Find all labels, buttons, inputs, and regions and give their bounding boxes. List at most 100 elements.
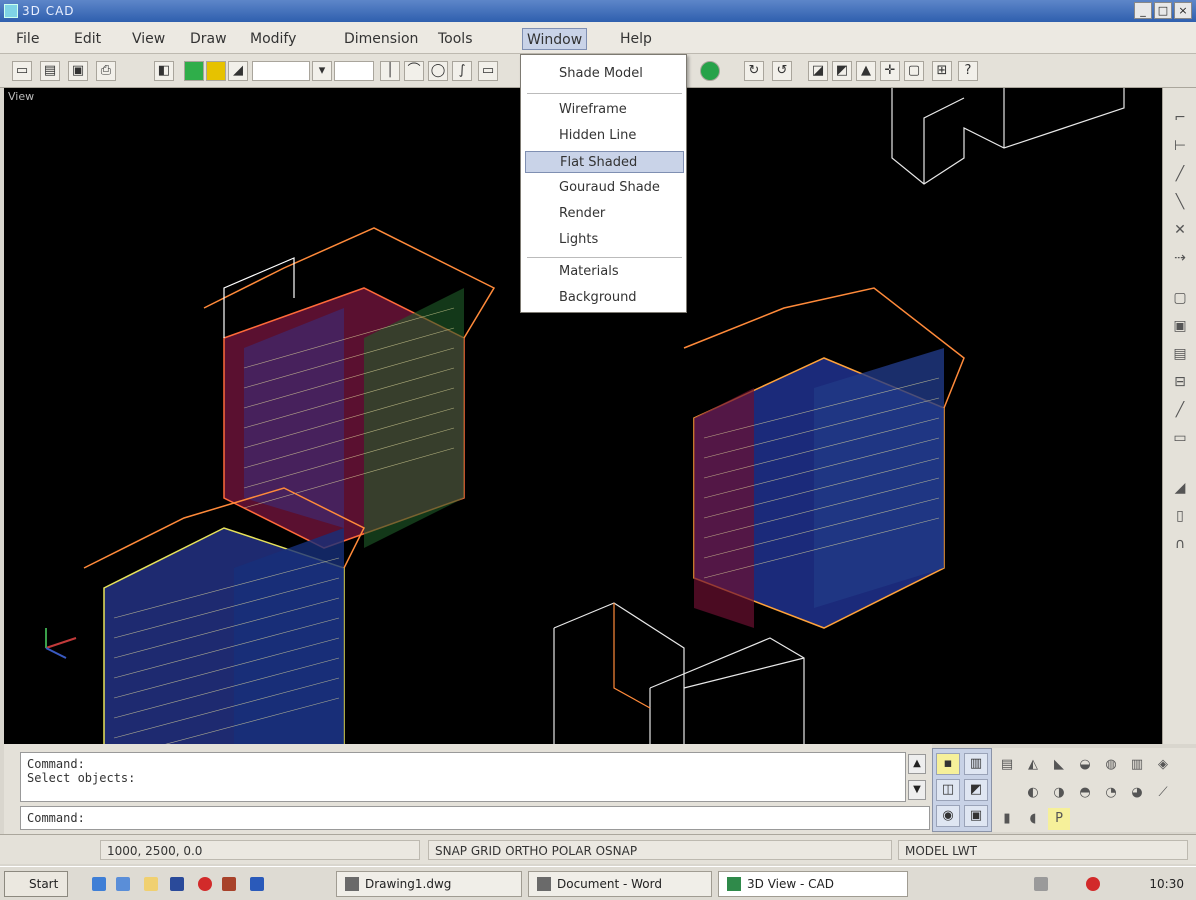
stretch-icon[interactable]: ▤ — [1170, 344, 1190, 364]
taskbar-button-active[interactable]: 3D View - CAD — [718, 871, 908, 897]
fillet-icon[interactable]: ▯ — [1170, 506, 1190, 526]
sphere-icon[interactable]: ◒ — [1074, 754, 1096, 776]
mirror-icon[interactable]: ╱ — [1170, 164, 1190, 184]
menu-view[interactable]: View — [128, 28, 169, 50]
taskbar-button[interactable]: Document - Word — [528, 871, 712, 897]
lightbulb-icon[interactable] — [206, 61, 226, 81]
arc-icon[interactable]: ⌒ — [404, 61, 424, 81]
render-icon[interactable] — [700, 61, 720, 81]
scale-icon[interactable]: ▣ — [1170, 316, 1190, 336]
menu-tools[interactable]: Tools — [434, 28, 477, 50]
offset-icon[interactable]: ╲ — [1170, 192, 1190, 212]
color-swatch-icon[interactable] — [184, 61, 204, 81]
extrude-icon[interactable]: ◈ — [1152, 754, 1174, 776]
menu-window[interactable]: Window — [522, 28, 588, 50]
taskbar-button[interactable]: Drawing1.dwg — [336, 871, 522, 897]
properties-icon[interactable]: ▢ — [904, 61, 924, 81]
interfere-icon[interactable]: ◔ — [1100, 782, 1122, 804]
quicklaunch-icon[interactable] — [116, 877, 130, 891]
quicklaunch-icon[interactable] — [170, 877, 184, 891]
dropdown-item[interactable]: Hidden Line — [525, 125, 684, 147]
slice-icon[interactable]: ◑ — [1048, 782, 1070, 804]
line-icon[interactable]: │ — [380, 61, 400, 81]
quicklaunch-icon[interactable] — [222, 877, 236, 891]
zoom-previous-icon[interactable]: ▲ — [856, 61, 876, 81]
intersect-icon[interactable]: ▮ — [996, 808, 1018, 830]
box-icon[interactable]: ▤ — [996, 754, 1018, 776]
cone-icon[interactable]: ◣ — [1048, 754, 1070, 776]
menu-help[interactable]: Help — [616, 28, 656, 50]
break-icon[interactable]: ▭ — [1170, 428, 1190, 448]
menu-draw[interactable]: Draw — [186, 28, 231, 50]
dropdown-item[interactable]: Gouraud Shade — [525, 177, 684, 199]
minimize-icon[interactable]: _ — [1134, 2, 1152, 19]
dropdown-item[interactable]: Lights — [525, 229, 684, 251]
layer-icon[interactable]: ◧ — [154, 61, 174, 81]
quicklaunch-icon[interactable] — [92, 877, 106, 891]
osnap-toggle-icon[interactable]: ◉ — [936, 805, 960, 827]
array-icon[interactable]: ✕ — [1170, 220, 1190, 240]
otrack-toggle-icon[interactable]: ▣ — [964, 805, 988, 827]
menu-modify[interactable]: Modify — [246, 28, 300, 50]
save-icon[interactable]: ▣ — [68, 61, 88, 81]
section-icon[interactable]: ◓ — [1074, 782, 1096, 804]
subtract-icon[interactable]: ⟋ — [1152, 782, 1174, 804]
pan-icon[interactable]: ↺ — [772, 61, 792, 81]
print-icon[interactable]: ⎙ — [96, 61, 116, 81]
named-views-icon[interactable]: ⊞ — [932, 61, 952, 81]
quicklaunch-icon[interactable] — [144, 877, 158, 891]
revolve-icon[interactable]: ◐ — [1022, 782, 1044, 804]
quicklaunch-icon[interactable] — [250, 877, 264, 891]
erase-icon[interactable]: ⌐ — [1170, 108, 1190, 128]
orbit-icon[interactable]: ↻ — [744, 61, 764, 81]
drafting-modes[interactable]: SNAP GRID ORTHO POLAR OSNAP — [428, 840, 892, 860]
linetype-icon[interactable]: ◢ — [228, 61, 248, 81]
tray-icon[interactable] — [1034, 877, 1048, 891]
torus-icon[interactable]: ◍ — [1100, 754, 1122, 776]
dropdown-item[interactable]: Render — [525, 203, 684, 225]
menu-dimension[interactable]: Dimension — [340, 28, 422, 50]
move-tool-icon[interactable]: ⇢ — [1170, 248, 1190, 268]
start-button[interactable]: Start — [4, 871, 68, 897]
tray-icon[interactable] — [1086, 877, 1100, 891]
chamfer-icon[interactable]: ◢ — [1170, 478, 1190, 498]
menu-file[interactable]: File — [12, 28, 43, 50]
rotate-icon[interactable]: ▢ — [1170, 288, 1190, 308]
zoom-realtime-icon[interactable]: ◩ — [832, 61, 852, 81]
dropdown-item[interactable]: Wireframe — [525, 99, 684, 121]
ortho-toggle-icon[interactable]: ◫ — [936, 779, 960, 801]
circle-icon[interactable]: ◯ — [428, 61, 448, 81]
spline-icon[interactable]: ∫ — [452, 61, 472, 81]
dropdown-item-selected[interactable]: Flat Shaded — [525, 151, 684, 173]
explode-icon[interactable]: ∩ — [1170, 534, 1190, 554]
extend-icon[interactable]: ╱ — [1170, 400, 1190, 420]
trim-icon[interactable]: ⊟ — [1170, 372, 1190, 392]
union-icon[interactable]: ◕ — [1126, 782, 1148, 804]
zoom-window-icon[interactable]: ◪ — [808, 61, 828, 81]
copy-icon[interactable]: ⊢ — [1170, 136, 1190, 156]
dropdown-item[interactable]: Materials — [525, 261, 684, 283]
cylinder-icon[interactable]: ▥ — [1126, 754, 1148, 776]
wedge-icon[interactable]: ◭ — [1022, 754, 1044, 776]
rectangle-icon[interactable]: ▭ — [478, 61, 498, 81]
menu-edit[interactable]: Edit — [70, 28, 105, 50]
model-space-status[interactable]: MODEL LWT — [898, 840, 1188, 860]
color-select[interactable] — [334, 61, 374, 81]
dropdown-item[interactable]: Background — [525, 287, 684, 309]
help-icon[interactable]: ? — [958, 61, 978, 81]
quicklaunch-icon[interactable] — [198, 877, 212, 891]
polar-toggle-icon[interactable]: ◩ — [964, 779, 988, 801]
grid-toggle-icon[interactable]: ▥ — [964, 753, 988, 775]
scroll-up-icon[interactable]: ▲ — [908, 754, 926, 774]
dropdown-item[interactable]: Shade Model — [525, 63, 684, 85]
move-icon[interactable]: ✛ — [880, 61, 900, 81]
close-icon[interactable]: × — [1174, 2, 1192, 19]
scroll-down-icon[interactable]: ▼ — [908, 780, 926, 800]
solprof-icon[interactable]: P — [1048, 808, 1070, 830]
command-input[interactable]: Command: — [20, 806, 930, 830]
dropdown-arrow-icon[interactable]: ▾ — [312, 61, 332, 81]
open-folder-icon[interactable]: ▤ — [40, 61, 60, 81]
setup-view-icon[interactable]: ◖ — [1022, 808, 1044, 830]
maximize-icon[interactable]: □ — [1154, 2, 1172, 19]
new-file-icon[interactable]: ▭ — [12, 61, 32, 81]
